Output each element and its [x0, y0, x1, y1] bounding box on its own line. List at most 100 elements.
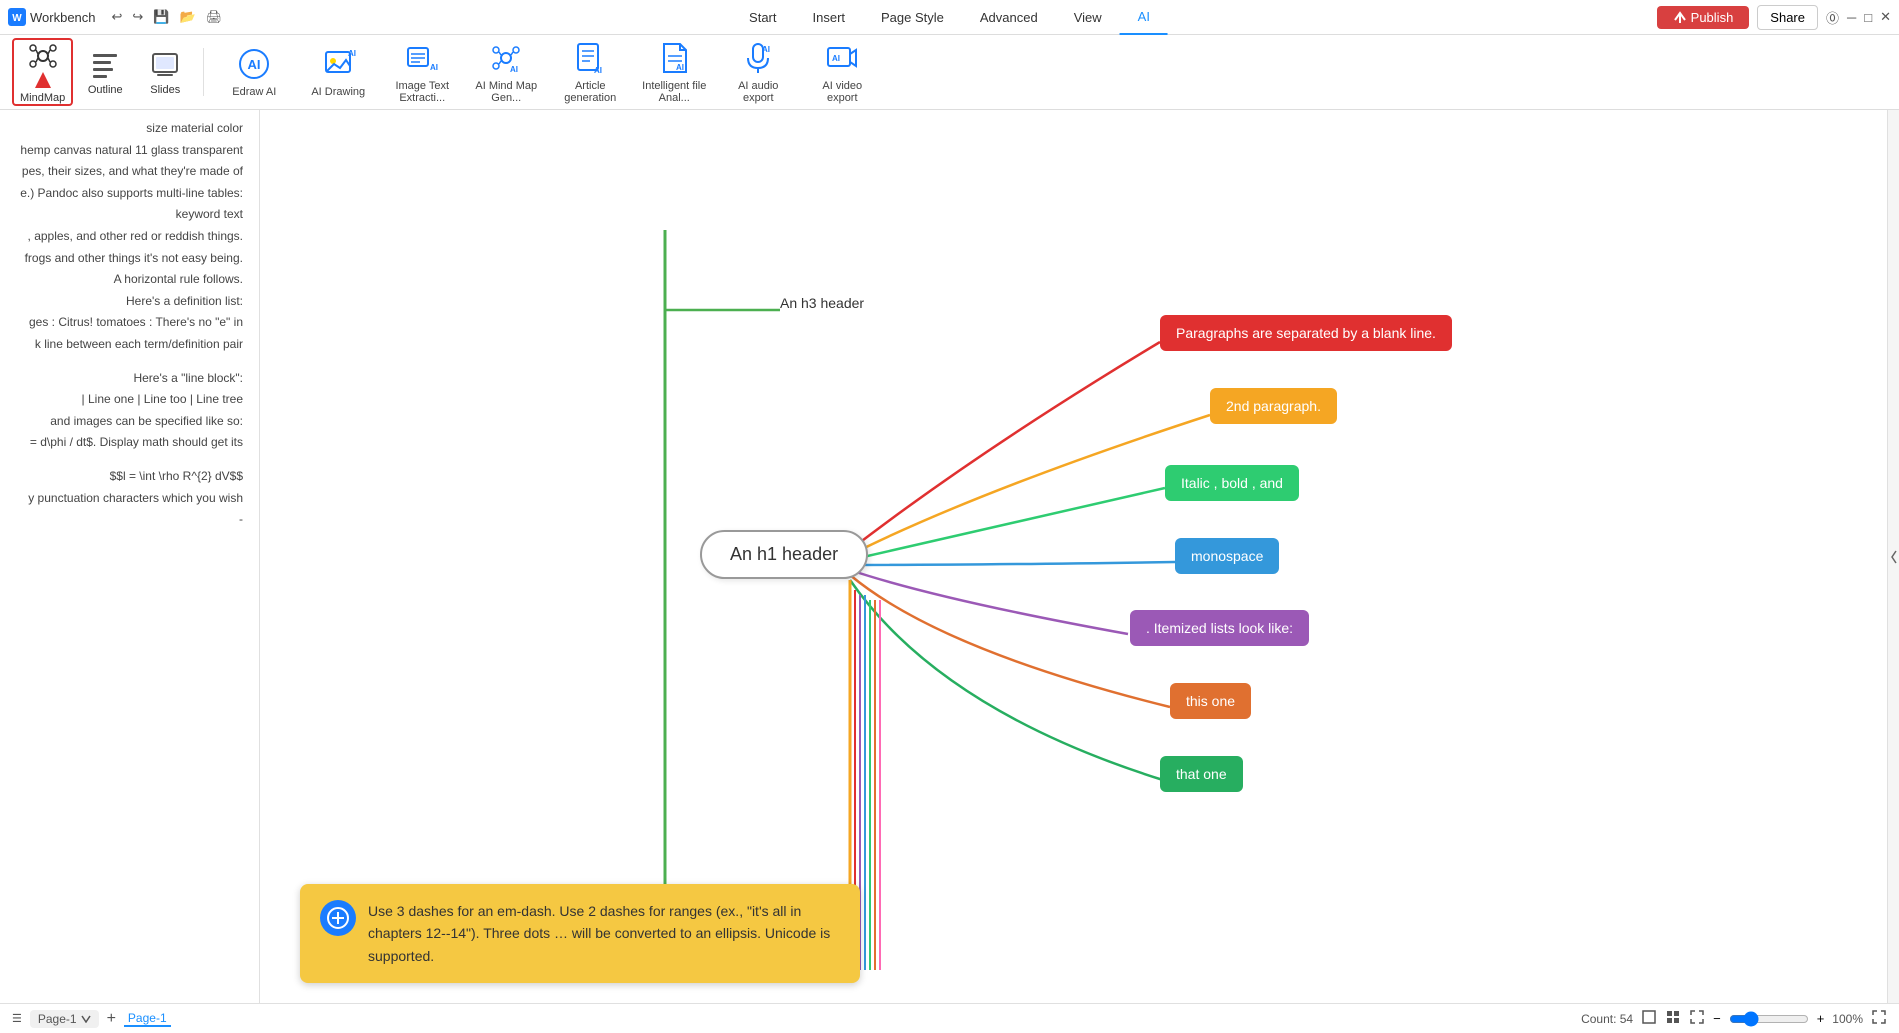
- close-button[interactable]: ✕: [1880, 9, 1891, 25]
- ai-drawing-icon: AI: [320, 46, 356, 82]
- undo-button[interactable]: ↩: [108, 7, 127, 27]
- svg-text:AI: AI: [348, 49, 356, 58]
- svg-text:AI: AI: [510, 65, 518, 74]
- status-right: Count: 54 − + 100%: [1581, 1009, 1887, 1028]
- menu-page-style[interactable]: Page Style: [863, 0, 962, 35]
- left-panel: size material color hemp canvas natural …: [0, 110, 260, 1003]
- ai-mindmap-button[interactable]: AI AI Mind Map Gen...: [466, 38, 546, 106]
- minimize-button[interactable]: ─: [1847, 10, 1856, 25]
- help-button[interactable]: ⓪: [1826, 8, 1839, 27]
- svg-text:AI: AI: [762, 45, 770, 54]
- intelligent-file-button[interactable]: AI Intelligent file Anal...: [634, 38, 714, 106]
- page-selector[interactable]: Page-1: [30, 1010, 99, 1028]
- fit-page-icon: [1641, 1009, 1657, 1025]
- tooltip-logo: [320, 900, 356, 936]
- menu-insert[interactable]: Insert: [795, 0, 864, 35]
- sidebar-toggle[interactable]: ☰: [12, 1012, 22, 1025]
- menu-start[interactable]: Start: [731, 0, 794, 35]
- fullscreen-button[interactable]: [1871, 1009, 1887, 1028]
- add-page-button[interactable]: +: [107, 1010, 116, 1028]
- mindmap-container: An h3 header An h1 header Paragraphs are…: [260, 110, 1887, 1003]
- publish-button[interactable]: Publish: [1657, 6, 1750, 29]
- edraw-ai-icon: AI: [236, 46, 272, 82]
- center-node[interactable]: An h1 header: [700, 530, 868, 579]
- print-button[interactable]: 🖨: [202, 7, 227, 27]
- node-that-one[interactable]: that one: [1160, 756, 1243, 792]
- redo-button[interactable]: ↪: [128, 7, 147, 27]
- doc-line-2: hemp canvas natural 11 glass transparent: [12, 140, 247, 162]
- zoom-fit-icon: [1689, 1009, 1705, 1025]
- publish-icon: [1673, 10, 1687, 24]
- ai-audio-icon: AI: [740, 40, 776, 76]
- ai-video-button[interactable]: AI AI video export: [802, 38, 882, 106]
- open-button[interactable]: 📂: [176, 7, 200, 27]
- zoom-in-button[interactable]: +: [1817, 1011, 1825, 1026]
- ai-drawing-button[interactable]: AI AI Drawing: [298, 38, 378, 106]
- fullscreen-icon: [1871, 1009, 1887, 1025]
- article-gen-button[interactable]: AI Article generation: [550, 38, 630, 106]
- doc-line-15: = d\phi / dt$. Display math should get i…: [12, 432, 247, 454]
- svg-text:W: W: [12, 13, 22, 24]
- canvas-area[interactable]: An h3 header An h1 header Paragraphs are…: [260, 110, 1887, 1003]
- app-title: W Workbench: [8, 8, 96, 26]
- svg-text:AI: AI: [832, 54, 840, 63]
- doc-line-16: $$l = \int \rho R^{2} dV$$: [12, 466, 247, 488]
- view-toggle-button[interactable]: [1665, 1009, 1681, 1028]
- h3-header-label: An h3 header: [780, 295, 864, 311]
- document-text: size material color hemp canvas natural …: [0, 110, 259, 539]
- page-tab[interactable]: Page-1: [124, 1011, 171, 1027]
- image-text-icon: AI: [404, 40, 440, 76]
- app-icon: W: [8, 8, 26, 26]
- main-area: size material color hemp canvas natural …: [0, 110, 1899, 1003]
- share-button[interactable]: Share: [1757, 5, 1818, 30]
- titlebar-actions: Publish Share ⓪ ─ □ ✕: [1657, 5, 1891, 30]
- zoom-label: 100%: [1832, 1012, 1863, 1026]
- node-2nd-paragraph[interactable]: 2nd paragraph.: [1210, 388, 1337, 424]
- doc-line-10: ges : Citrus! tomatoes : There's no "e" …: [12, 312, 247, 334]
- menu-view[interactable]: View: [1056, 0, 1120, 35]
- svg-text:AI: AI: [430, 63, 438, 72]
- image-text-button[interactable]: AI Image Text Extracti...: [382, 38, 462, 106]
- chevron-down-icon: [81, 1015, 91, 1023]
- right-collapse-handle[interactable]: [1887, 110, 1899, 1003]
- fit-page-button[interactable]: [1641, 1009, 1657, 1028]
- toolbar-divider-1: [203, 48, 204, 96]
- save-button[interactable]: 💾: [149, 7, 173, 27]
- doc-line-5: keyword text: [12, 204, 247, 226]
- node-italic-bold[interactable]: Italic , bold , and: [1165, 465, 1299, 501]
- outline-tool-button[interactable]: Outline: [77, 38, 133, 106]
- doc-line-8: A horizontal rule follows.: [12, 269, 247, 291]
- node-paragraphs[interactable]: Paragraphs are separated by a blank line…: [1160, 315, 1452, 351]
- maximize-button[interactable]: □: [1864, 10, 1872, 25]
- mindmap-svg: [260, 110, 1887, 1003]
- mindmap-tool-button[interactable]: MindMap: [12, 38, 73, 106]
- ai-audio-button[interactable]: AI AI audio export: [718, 38, 798, 106]
- zoom-slider[interactable]: [1729, 1011, 1809, 1027]
- ai-video-icon: AI: [824, 40, 860, 76]
- menu-advanced[interactable]: Advanced: [962, 0, 1056, 35]
- doc-line-14: and images can be specified like so:: [12, 411, 247, 433]
- node-itemized-lists[interactable]: . Itemized lists look like:: [1130, 610, 1309, 646]
- doc-line-18: -: [12, 509, 247, 531]
- doc-line-12: Here's a "line block":: [12, 368, 247, 390]
- svg-text:AI: AI: [248, 57, 261, 72]
- node-this-one[interactable]: this one: [1170, 683, 1251, 719]
- doc-line-9: Here's a definition list:: [12, 291, 247, 313]
- doc-line-1: size material color: [12, 118, 247, 140]
- edraw-ai-button[interactable]: AI Edraw AI: [214, 38, 294, 106]
- count-label: Count: 54: [1581, 1012, 1633, 1026]
- doc-line-4: e.) Pandoc also supports multi-line tabl…: [12, 183, 247, 205]
- node-monospace[interactable]: monospace: [1175, 538, 1279, 574]
- nav-controls: ↩ ↪ 💾 📂 🖨: [108, 7, 227, 27]
- doc-line-17: y punctuation characters which you wish: [12, 488, 247, 510]
- slides-tool-button[interactable]: Slides: [137, 38, 193, 106]
- doc-line-3: pes, their sizes, and what they're made …: [12, 161, 247, 183]
- view-icon: [1665, 1009, 1681, 1025]
- zoom-fit-button[interactable]: [1689, 1009, 1705, 1028]
- statusbar: ☰ Page-1 + Page-1 Count: 54 − + 100%: [0, 1003, 1899, 1033]
- zoom-out-button[interactable]: −: [1713, 1011, 1721, 1026]
- intelligent-file-icon: AI: [656, 40, 692, 76]
- menu-ai[interactable]: AI: [1120, 0, 1168, 35]
- outline-icon: [89, 48, 121, 80]
- article-gen-icon: AI: [572, 40, 608, 76]
